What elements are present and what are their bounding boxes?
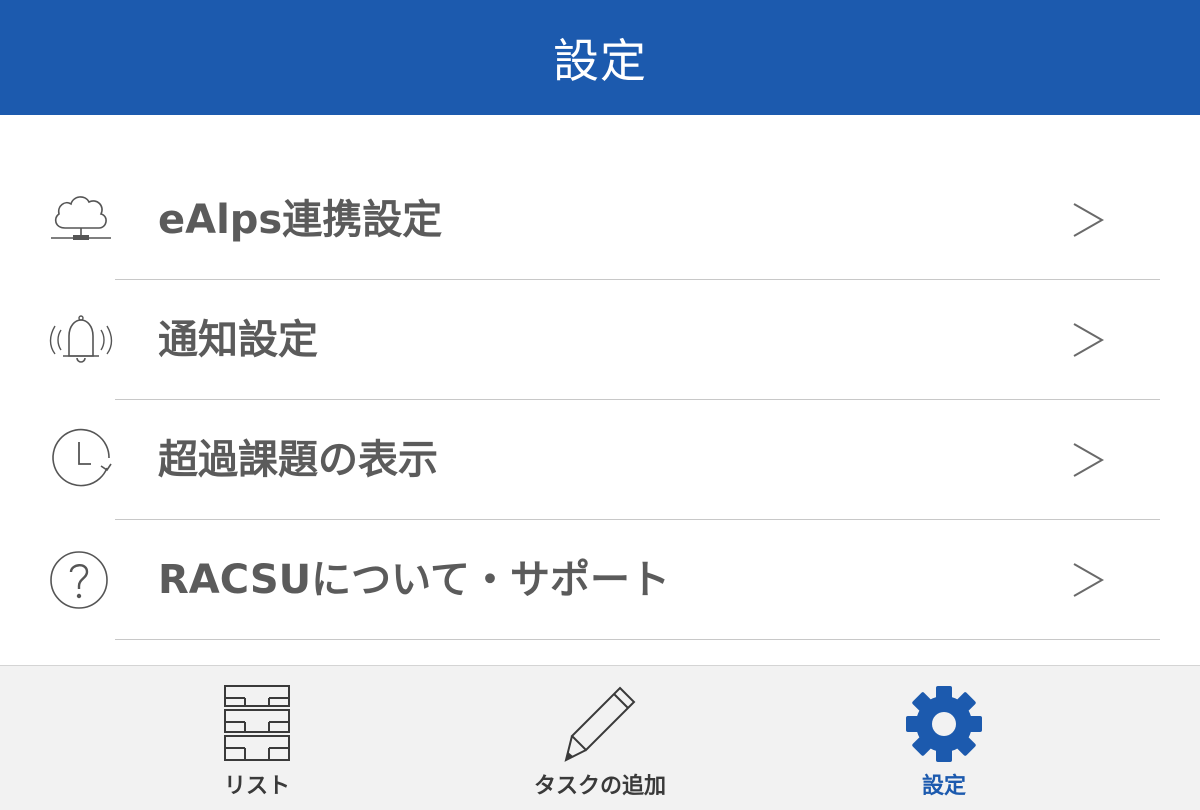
menu-item-label: 超過課題の表示 xyxy=(158,437,438,483)
tab-list[interactable]: リスト xyxy=(107,666,407,810)
tab-label: タスクの追加 xyxy=(533,774,666,799)
chevron-right-icon xyxy=(1068,200,1108,240)
pencil-icon xyxy=(560,684,640,764)
tab-add-task[interactable]: タスクの追加 xyxy=(450,666,750,810)
clock-refresh-icon xyxy=(49,428,113,492)
menu-item-notification-settings[interactable]: 通知設定 xyxy=(0,280,1200,400)
page-title: 設定 xyxy=(553,33,647,88)
menu-item-label: eAlps連携設定 xyxy=(158,197,443,243)
chevron-right-icon xyxy=(1068,440,1108,480)
divider xyxy=(115,639,1160,640)
menu-item-ealps-settings[interactable]: eAlps連携設定 xyxy=(0,160,1200,280)
tab-label: リスト xyxy=(223,774,290,799)
settings-screen: 設定 eAlps連携設定 通知設定 超過課題の表示 RACSUについて・サポート… xyxy=(0,0,1200,810)
chevron-right-icon xyxy=(1068,560,1108,600)
menu-item-overdue-display[interactable]: 超過課題の表示 xyxy=(0,400,1200,520)
question-circle-icon xyxy=(49,548,113,612)
ringing-bell-icon xyxy=(49,308,113,372)
settings-menu: eAlps連携設定 通知設定 超過課題の表示 RACSUについて・サポート xyxy=(0,160,1200,640)
bottom-tab-bar: リスト タスクの追加 設定 xyxy=(0,665,1200,810)
tab-settings[interactable]: 設定 xyxy=(794,666,1094,810)
chevron-right-icon xyxy=(1068,320,1108,360)
tab-label: 設定 xyxy=(921,774,966,799)
gear-icon xyxy=(904,684,984,764)
menu-item-label: RACSUについて・サポート xyxy=(158,557,670,603)
menu-item-about-support[interactable]: RACSUについて・サポート xyxy=(0,520,1200,640)
app-header: 設定 xyxy=(0,0,1200,115)
drawer-list-icon xyxy=(221,684,293,764)
menu-item-label: 通知設定 xyxy=(158,317,318,363)
cloud-network-icon xyxy=(49,188,113,252)
